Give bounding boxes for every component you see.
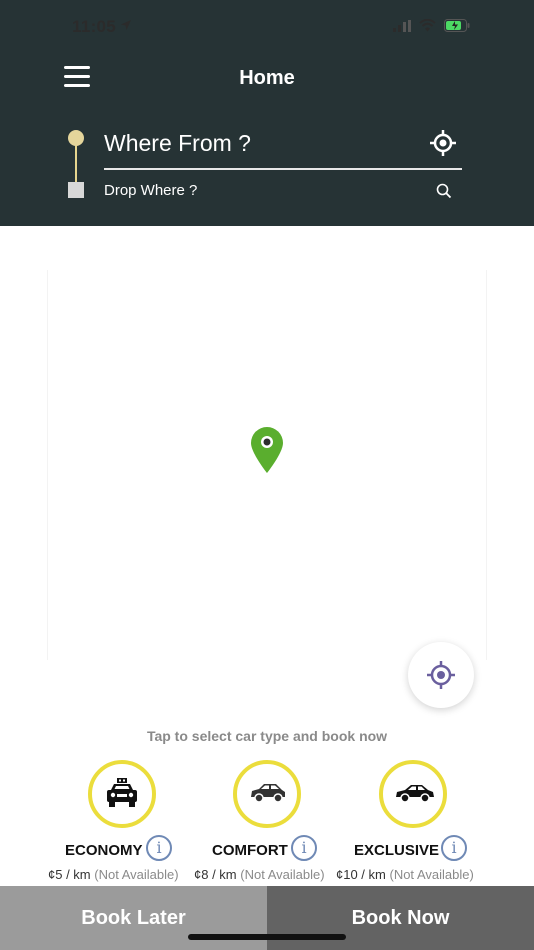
battery-icon bbox=[444, 19, 470, 32]
locate-me-button[interactable] bbox=[408, 642, 474, 708]
map-pin-icon bbox=[251, 427, 283, 473]
dropoff-input[interactable]: Drop Where ? bbox=[104, 180, 462, 204]
price-value: ¢10 / km bbox=[336, 867, 386, 882]
car-option-exclusive[interactable]: EXCLUSIVE i bbox=[340, 760, 490, 880]
book-later-button[interactable]: Book Later bbox=[0, 886, 267, 950]
price-value: ¢5 / km bbox=[48, 867, 91, 882]
car-circle[interactable] bbox=[88, 760, 156, 828]
signal-icon bbox=[393, 19, 411, 32]
status-icons bbox=[393, 19, 470, 32]
price-economy: ¢5 / km (Not Available) bbox=[48, 867, 179, 882]
status-bar: 11:05 bbox=[0, 0, 534, 52]
dropoff-square-icon bbox=[68, 182, 84, 198]
price-value: ¢8 / km bbox=[194, 867, 237, 882]
crosshair-icon bbox=[427, 661, 455, 689]
pickup-placeholder: Where From ? bbox=[104, 130, 251, 156]
home-indicator bbox=[188, 934, 346, 940]
status-time: 11:05 bbox=[72, 17, 117, 36]
page-title: Home bbox=[239, 67, 295, 89]
availability-status: (Not Available) bbox=[389, 867, 474, 882]
price-comfort: ¢8 / km (Not Available) bbox=[194, 867, 325, 882]
info-icon[interactable]: i bbox=[146, 835, 172, 861]
car-option-comfort[interactable]: COMFORT i bbox=[192, 760, 342, 880]
car-name-exclusive: EXCLUSIVE bbox=[354, 842, 440, 859]
taxi-icon bbox=[107, 778, 137, 807]
pickup-dot-icon bbox=[68, 130, 84, 146]
location-arrow-icon bbox=[121, 20, 131, 30]
car-type-hint: Tap to select car type and book now bbox=[146, 728, 388, 744]
current-location-icon[interactable] bbox=[430, 130, 456, 156]
availability-status: (Not Available) bbox=[240, 867, 325, 882]
car-name-comfort: COMFORT bbox=[212, 842, 288, 859]
route-connector bbox=[75, 145, 77, 185]
car-name-economy: ECONOMY bbox=[65, 842, 143, 859]
car-circle[interactable] bbox=[379, 760, 447, 828]
info-icon[interactable]: i bbox=[441, 835, 467, 861]
pickup-input[interactable]: Where From ? bbox=[104, 126, 462, 170]
search-icon[interactable] bbox=[436, 183, 452, 199]
car-option-economy[interactable]: ECONOMY i bbox=[48, 760, 198, 880]
book-now-button[interactable]: Book Now bbox=[267, 886, 534, 950]
info-icon[interactable]: i bbox=[291, 835, 317, 861]
hatchback-icon bbox=[251, 784, 285, 803]
price-exclusive: ¢10 / km (Not Available) bbox=[336, 867, 474, 882]
app-header: 11:05 Home Where From ? Drop Where ? bbox=[0, 0, 534, 226]
dropoff-placeholder: Drop Where ? bbox=[104, 182, 198, 199]
car-circle[interactable] bbox=[233, 760, 301, 828]
wifi-icon bbox=[419, 19, 436, 32]
availability-status: (Not Available) bbox=[94, 867, 179, 882]
sedan-icon bbox=[396, 785, 434, 803]
